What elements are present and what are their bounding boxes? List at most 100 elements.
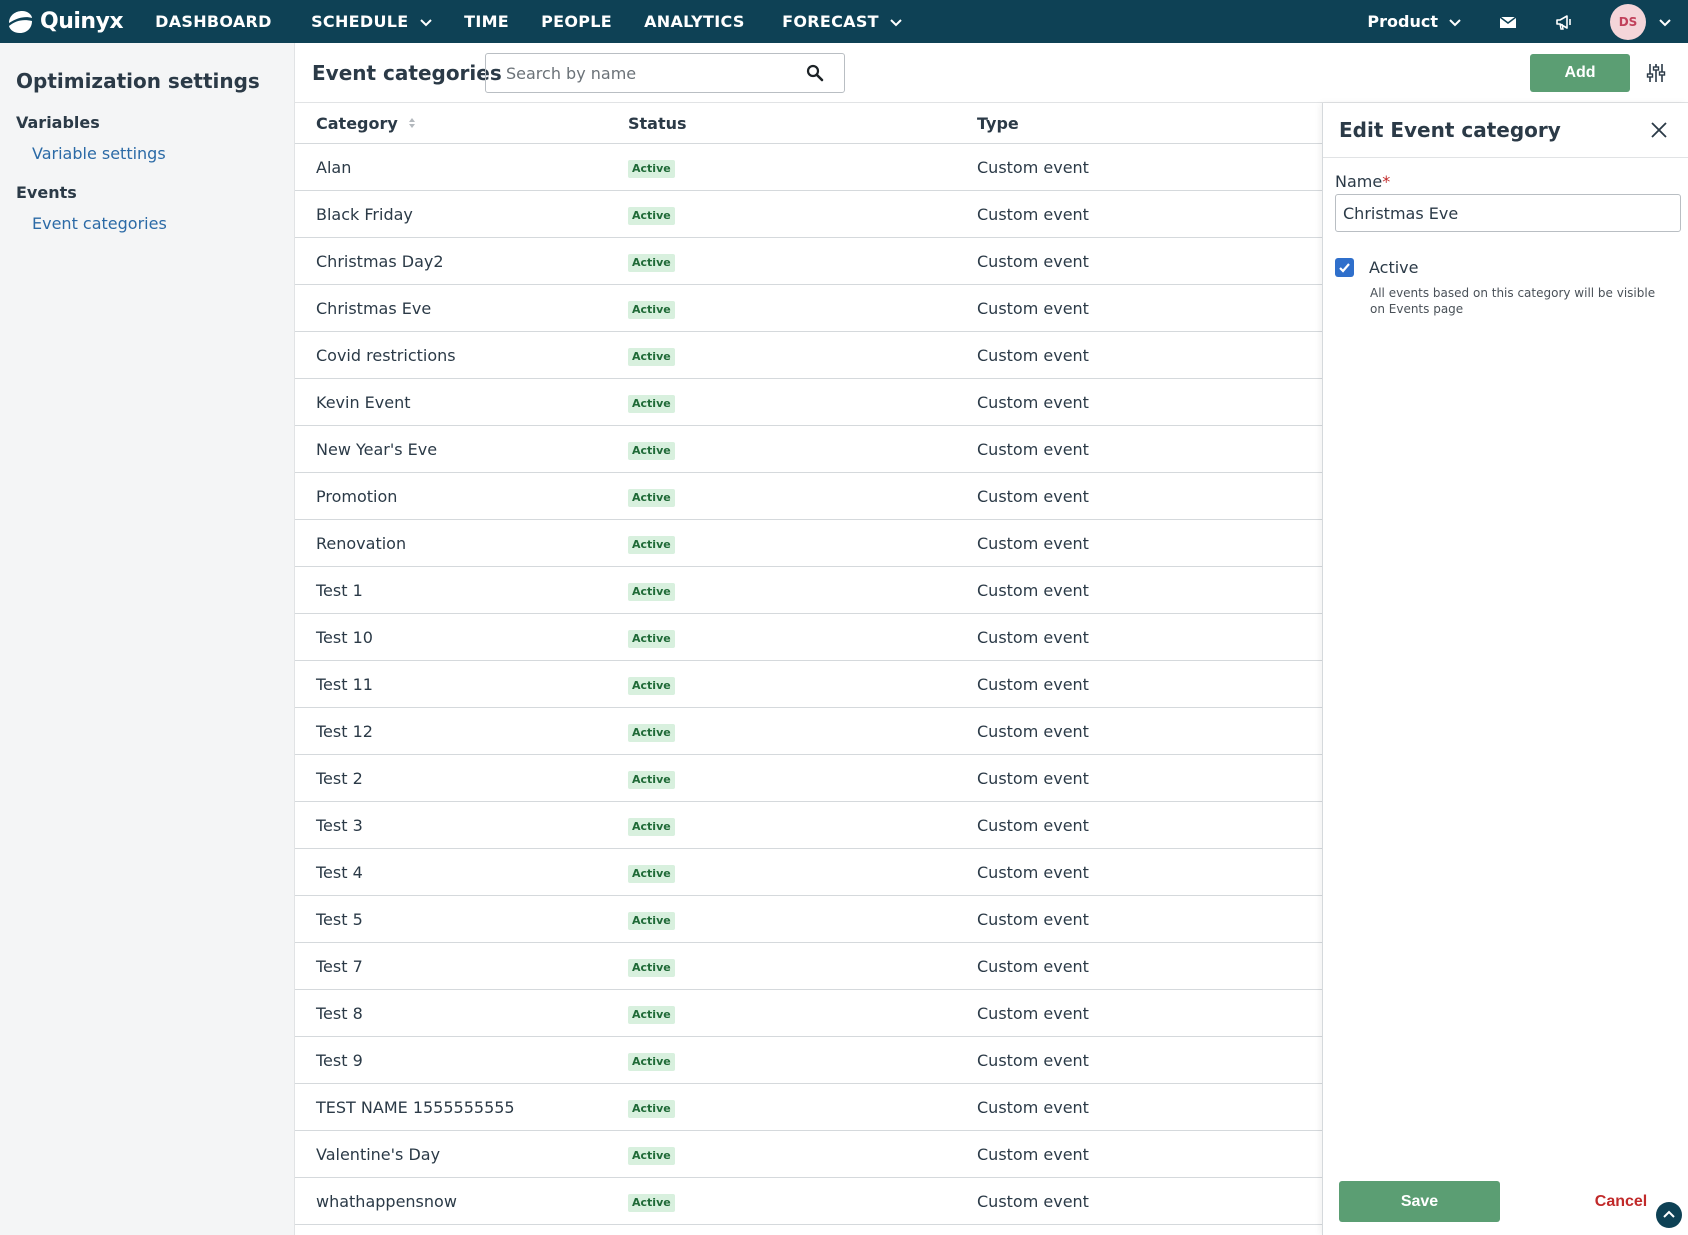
status-cell: Active: [628, 251, 977, 272]
category-cell: Test 10: [316, 627, 373, 647]
table-row[interactable]: Alan Active Custom event: [295, 144, 1323, 191]
product-dropdown[interactable]: Product: [1367, 12, 1462, 31]
product-label: Product: [1367, 12, 1438, 31]
table-header: Category Status Type: [295, 103, 1323, 144]
table-row[interactable]: whathappensnow Active Custom event: [295, 1178, 1323, 1225]
type-cell: Custom event: [977, 1144, 1089, 1164]
name-field-label: Name*: [1335, 172, 1390, 191]
status-cell: Active: [628, 439, 977, 460]
type-cell: Custom event: [977, 674, 1089, 694]
type-cell: Custom event: [977, 768, 1089, 788]
active-checkbox[interactable]: [1335, 258, 1354, 277]
check-icon: [1339, 263, 1350, 273]
type-cell: Custom event: [977, 909, 1089, 929]
type-cell: Custom event: [977, 157, 1089, 177]
table-row[interactable]: Test 8 Active Custom event: [295, 990, 1323, 1037]
table-row[interactable]: Test 12 Active Custom event: [295, 708, 1323, 755]
nav-item-time[interactable]: TIME: [464, 0, 509, 43]
type-cell: Custom event: [977, 1191, 1089, 1211]
table-row[interactable]: Christmas Day2 Active Custom event: [295, 238, 1323, 285]
status-cell: Active: [628, 392, 977, 413]
search-icon[interactable]: [806, 64, 824, 82]
type-cell: Custom event: [977, 298, 1089, 318]
table-row[interactable]: Kevin Event Active Custom event: [295, 379, 1323, 426]
sidebar-link-variable-settings[interactable]: Variable settings: [32, 144, 278, 163]
logo-text: Quinyx: [40, 9, 124, 34]
main-nav: DASHBOARD SCHEDULE TIME PEOPLE ANALYTICS FORE…: [123, 0, 1023, 43]
category-cell: Covid restrictions: [316, 345, 456, 365]
table-row[interactable]: TEST NAME 1555555555 Active Custom event: [295, 1084, 1323, 1131]
panel-title: Edit Event category: [1339, 118, 1561, 142]
status-cell: Active: [628, 862, 977, 883]
category-cell: Promotion: [316, 486, 398, 506]
user-menu-chevron-icon[interactable]: [1658, 15, 1672, 29]
nav-item-forecast[interactable]: FORECAST: [782, 0, 903, 43]
mail-icon[interactable]: [1498, 12, 1518, 32]
table-body: Alan Active Custom event Black Friday Active…: [295, 144, 1323, 1225]
category-cell: Christmas Eve: [316, 298, 432, 318]
nav-item-label: PEOPLE: [541, 12, 613, 31]
nav-item-dashboard[interactable]: DASHBOARD: [155, 0, 272, 43]
nav-item-label: DASHBOARD: [155, 12, 272, 31]
name-label-text: Name: [1335, 172, 1383, 191]
status-badge: Active: [628, 206, 675, 225]
table-row[interactable]: Black Friday Active Custom event: [295, 191, 1323, 238]
add-button[interactable]: Add: [1530, 54, 1630, 92]
table-row[interactable]: Promotion Active Custom event: [295, 473, 1323, 520]
search-input[interactable]: Search by name: [485, 53, 845, 93]
column-header-category[interactable]: Category: [295, 114, 628, 133]
table-row[interactable]: Test 9 Active Custom event: [295, 1037, 1323, 1084]
status-badge: Active: [628, 394, 675, 413]
table-row[interactable]: Valentine's Day Active Custom event: [295, 1131, 1323, 1178]
table-row[interactable]: Test 4 Active Custom event: [295, 849, 1323, 896]
name-field[interactable]: [1335, 194, 1681, 232]
category-cell: Test 11: [316, 674, 373, 694]
close-icon[interactable]: [1649, 120, 1669, 140]
table-row[interactable]: Renovation Active Custom event: [295, 520, 1323, 567]
type-cell: Custom event: [977, 486, 1089, 506]
table-row[interactable]: Christmas Eve Active Custom event: [295, 285, 1323, 332]
category-cell: Test 9: [316, 1050, 363, 1070]
status-cell: Active: [628, 298, 977, 319]
table-row[interactable]: Test 3 Active Custom event: [295, 802, 1323, 849]
status-badge: Active: [628, 864, 675, 883]
table-row[interactable]: Test 10 Active Custom event: [295, 614, 1323, 661]
nav-item-people[interactable]: PEOPLE: [541, 0, 612, 43]
column-header-type: Type: [977, 113, 1019, 133]
table-row[interactable]: Covid restrictions Active Custom event: [295, 332, 1323, 379]
table-row[interactable]: Test 1 Active Custom event: [295, 567, 1323, 614]
page-title: Event categories: [312, 61, 502, 85]
nav-item-label: FORECAST: [782, 12, 879, 31]
status-badge: Active: [628, 347, 675, 366]
status-cell: Active: [628, 1144, 977, 1165]
table-row[interactable]: Test 7 Active Custom event: [295, 943, 1323, 990]
status-cell: Active: [628, 1003, 977, 1024]
status-badge: Active: [628, 159, 675, 178]
type-cell: Custom event: [977, 721, 1089, 741]
quinyx-logo[interactable]: Quinyx: [6, 8, 124, 36]
table-row[interactable]: New Year's Eve Active Custom event: [295, 426, 1323, 473]
type-cell: Custom event: [977, 439, 1089, 459]
category-cell: Christmas Day2: [316, 251, 444, 271]
chevron-down-icon: [890, 18, 902, 26]
table-row[interactable]: Test 11 Active Custom event: [295, 661, 1323, 708]
scroll-to-top-button[interactable]: [1656, 1202, 1682, 1228]
nav-item-analytics[interactable]: ANALYTICS: [644, 0, 745, 43]
table-row[interactable]: Test 2 Active Custom event: [295, 755, 1323, 802]
type-cell: Custom event: [977, 251, 1089, 271]
top-right-controls: Product DS: [1367, 0, 1688, 43]
nav-item-schedule[interactable]: SCHEDULE: [311, 0, 432, 43]
sidebar-link-event-categories[interactable]: Event categories: [32, 214, 278, 233]
status-badge: Active: [628, 817, 675, 836]
save-button[interactable]: Save: [1339, 1181, 1500, 1222]
type-cell: Custom event: [977, 862, 1089, 882]
sort-icon[interactable]: [408, 117, 416, 129]
user-avatar[interactable]: DS: [1610, 3, 1646, 40]
megaphone-icon[interactable]: [1554, 12, 1574, 32]
status-cell: Active: [628, 345, 977, 366]
table-row[interactable]: Test 5 Active Custom event: [295, 896, 1323, 943]
type-cell: Custom event: [977, 815, 1089, 835]
category-cell: New Year's Eve: [316, 439, 438, 459]
column-settings-icon[interactable]: [1645, 62, 1667, 84]
status-cell: Active: [628, 956, 977, 977]
